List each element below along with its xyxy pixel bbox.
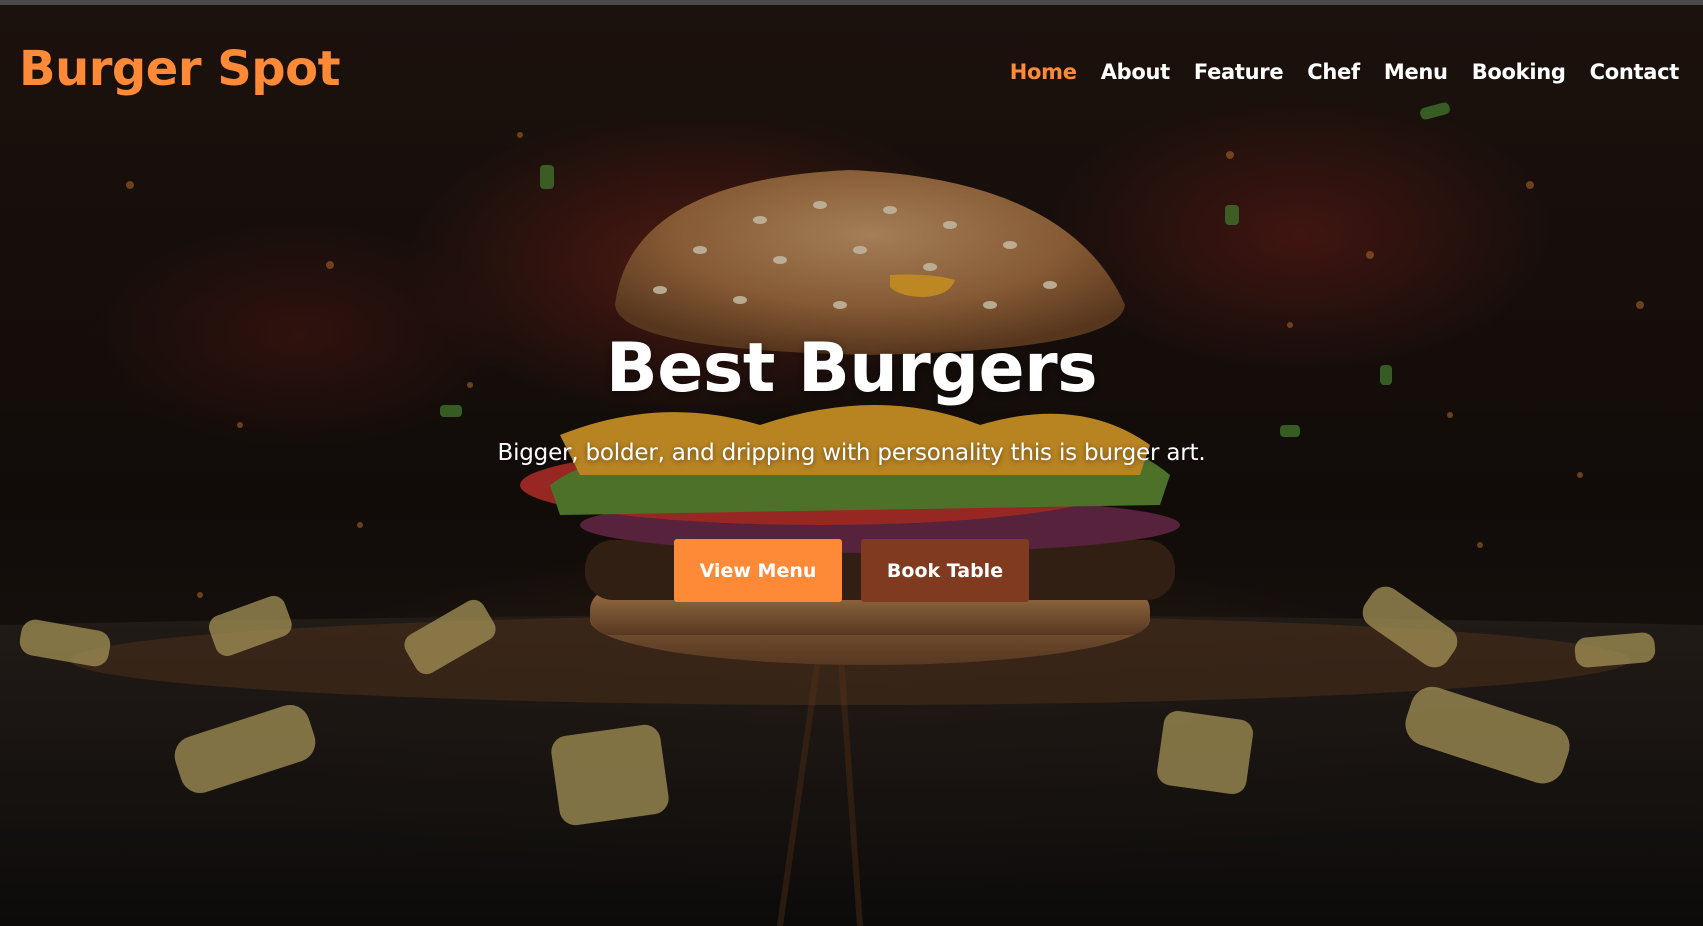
nav-item-about[interactable]: About [1101,60,1171,84]
nav-item-chef[interactable]: Chef [1307,60,1360,84]
hero-content: Best Burgers Bigger, bolder, and drippin… [0,329,1703,467]
top-navbar: Burger Spot Home About Feature Chef Menu… [0,5,1703,133]
nav-item-menu[interactable]: Menu [1384,60,1448,84]
nav-item-booking[interactable]: Booking [1472,60,1566,84]
hero-subtitle: Bigger, bolder, and dripping with person… [497,440,1206,466]
book-table-button[interactable]: Book Table [861,539,1029,602]
hero-section: Burger Spot Home About Feature Chef Menu… [0,5,1703,926]
main-nav: Home About Feature Chef Menu Booking Con… [1010,60,1680,84]
view-menu-button[interactable]: View Menu [674,539,842,602]
hero-title: Best Burgers [605,329,1098,408]
nav-item-contact[interactable]: Contact [1590,60,1680,84]
hero-cta-row: View Menu Book Table [0,539,1703,602]
brand-logo[interactable]: Burger Spot [19,41,341,97]
nav-item-home[interactable]: Home [1010,60,1077,84]
nav-item-feature[interactable]: Feature [1194,60,1284,84]
